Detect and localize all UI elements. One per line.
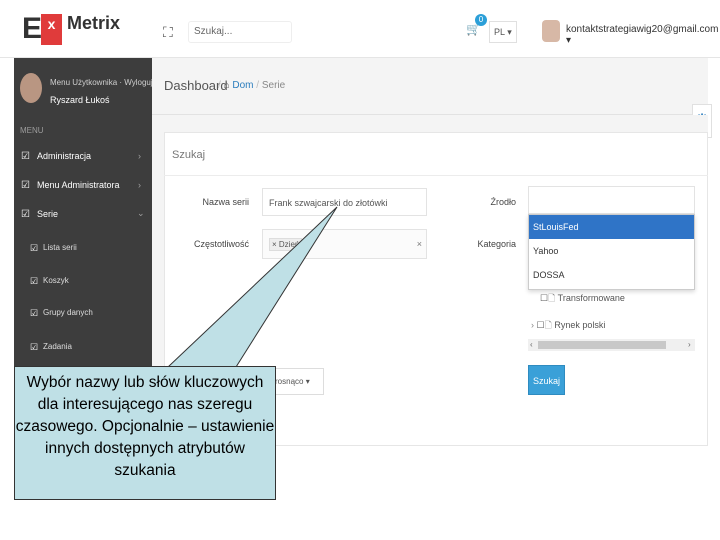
callout-annotation: Wybór nazwy lub słów kluczowych dla inte… — [14, 366, 276, 500]
